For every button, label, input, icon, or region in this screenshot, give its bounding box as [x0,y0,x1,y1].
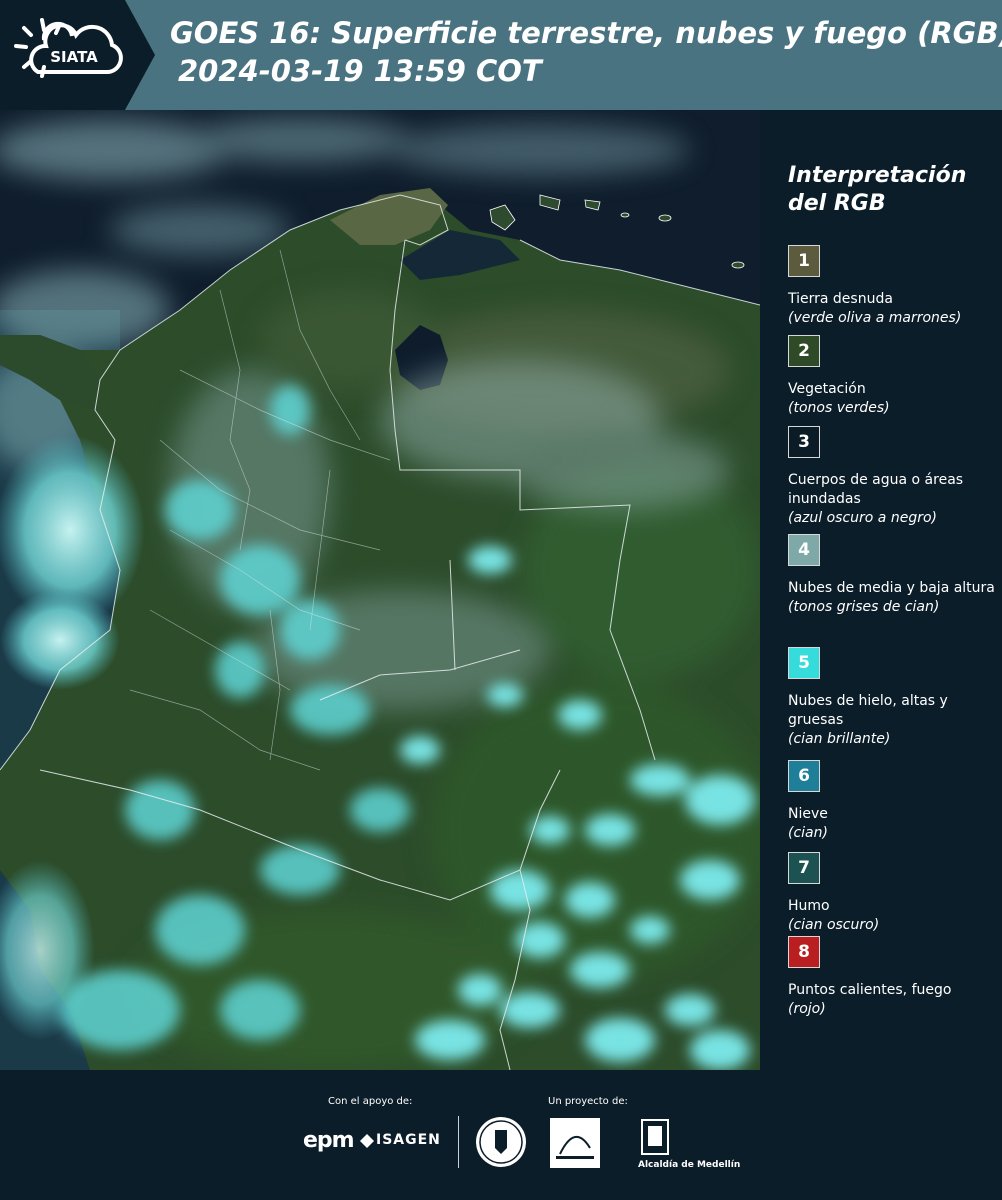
legend-note: (tonos grises de cian) [788,599,940,615]
legend-item: 7 Humo (cian oscuro) [788,852,998,935]
legend-swatch: 7 [788,852,820,884]
legend-swatch: 4 [788,534,820,566]
satellite-map [0,110,760,1070]
legend-swatch: 5 [788,647,820,679]
legend-label: Humo [788,898,830,914]
legend-swatch: 3 [788,426,820,458]
legend-note: (rojo) [788,1001,826,1017]
legend-swatch: 1 [788,245,820,277]
legend-label: Nubes de hielo, altas y gruesas [788,693,948,728]
rgb-legend: Interpretación del RGB 1 Tierra desnuda (v… [760,110,1002,1070]
legend-label: Vegetación [788,381,866,397]
legend-note: (tonos verdes) [788,400,890,416]
alcaldia-label: Alcaldía de Medellín [638,1160,741,1170]
footer-divider [458,1116,459,1168]
legend-note: (cian) [788,825,828,841]
title-main: GOES 16: Superficie terrestre, nubes y f… [170,16,1002,50]
alcaldia-shield-icon [641,1119,669,1155]
title-datetime: 2024-03-19 13:59 COT [178,54,542,88]
legend-item: 6 Nieve (cian) [788,760,998,843]
legend-swatch: 8 [788,936,820,968]
support-label: Con el apoyo de: [328,1096,413,1107]
legend-note: (cian oscuro) [788,917,880,933]
legend-item: 3 Cuerpos de agua o áreas inundadas (azul … [788,426,998,528]
page-title: GOES 16: Superficie terrestre, nubes y f… [170,14,1002,90]
isagen-logo: ISAGEN [376,1132,441,1148]
university-seal-icon [476,1117,526,1167]
area-metropolitana-logo [550,1118,600,1168]
isagen-icon [360,1134,374,1148]
legend-label: Tierra desnuda [788,291,893,307]
footer: Con el apoyo de: Un proyecto de: epm ISA… [0,1070,1002,1200]
legend-item: 8 Puntos calientes, fuego (rojo) [788,936,998,1019]
legend-item: 5 Nubes de hielo, altas y gruesas (cian br… [788,647,998,749]
legend-note: (cian brillante) [788,731,891,747]
legend-label: Puntos calientes, fuego [788,982,952,998]
legend-item: 2 Vegetación (tonos verdes) [788,335,998,418]
legend-item: 1 Tierra desnuda (verde oliva a marrones) [788,245,998,328]
svg-text:SIATA: SIATA [50,48,98,66]
siata-logo: SIATA [0,0,155,110]
legend-label: Cuerpos de agua o áreas inundadas [788,472,964,507]
legend-label: Nubes de media y baja altura [788,580,995,596]
epm-logo: epm [303,1128,355,1153]
legend-label: Nieve [788,806,828,822]
legend-swatch: 2 [788,335,820,367]
project-label: Un proyecto de: [548,1096,628,1107]
legend-note: (azul oscuro a negro) [788,510,937,526]
legend-swatch: 6 [788,760,820,792]
legend-note: (verde oliva a marrones) [788,310,962,326]
legend-title: Interpretación del RGB [788,163,967,216]
header: SIATA GOES 16: Superficie terrestre, nub… [0,0,1002,110]
legend-item: 4 Nubes de media y baja altura (tonos gris… [788,534,998,617]
